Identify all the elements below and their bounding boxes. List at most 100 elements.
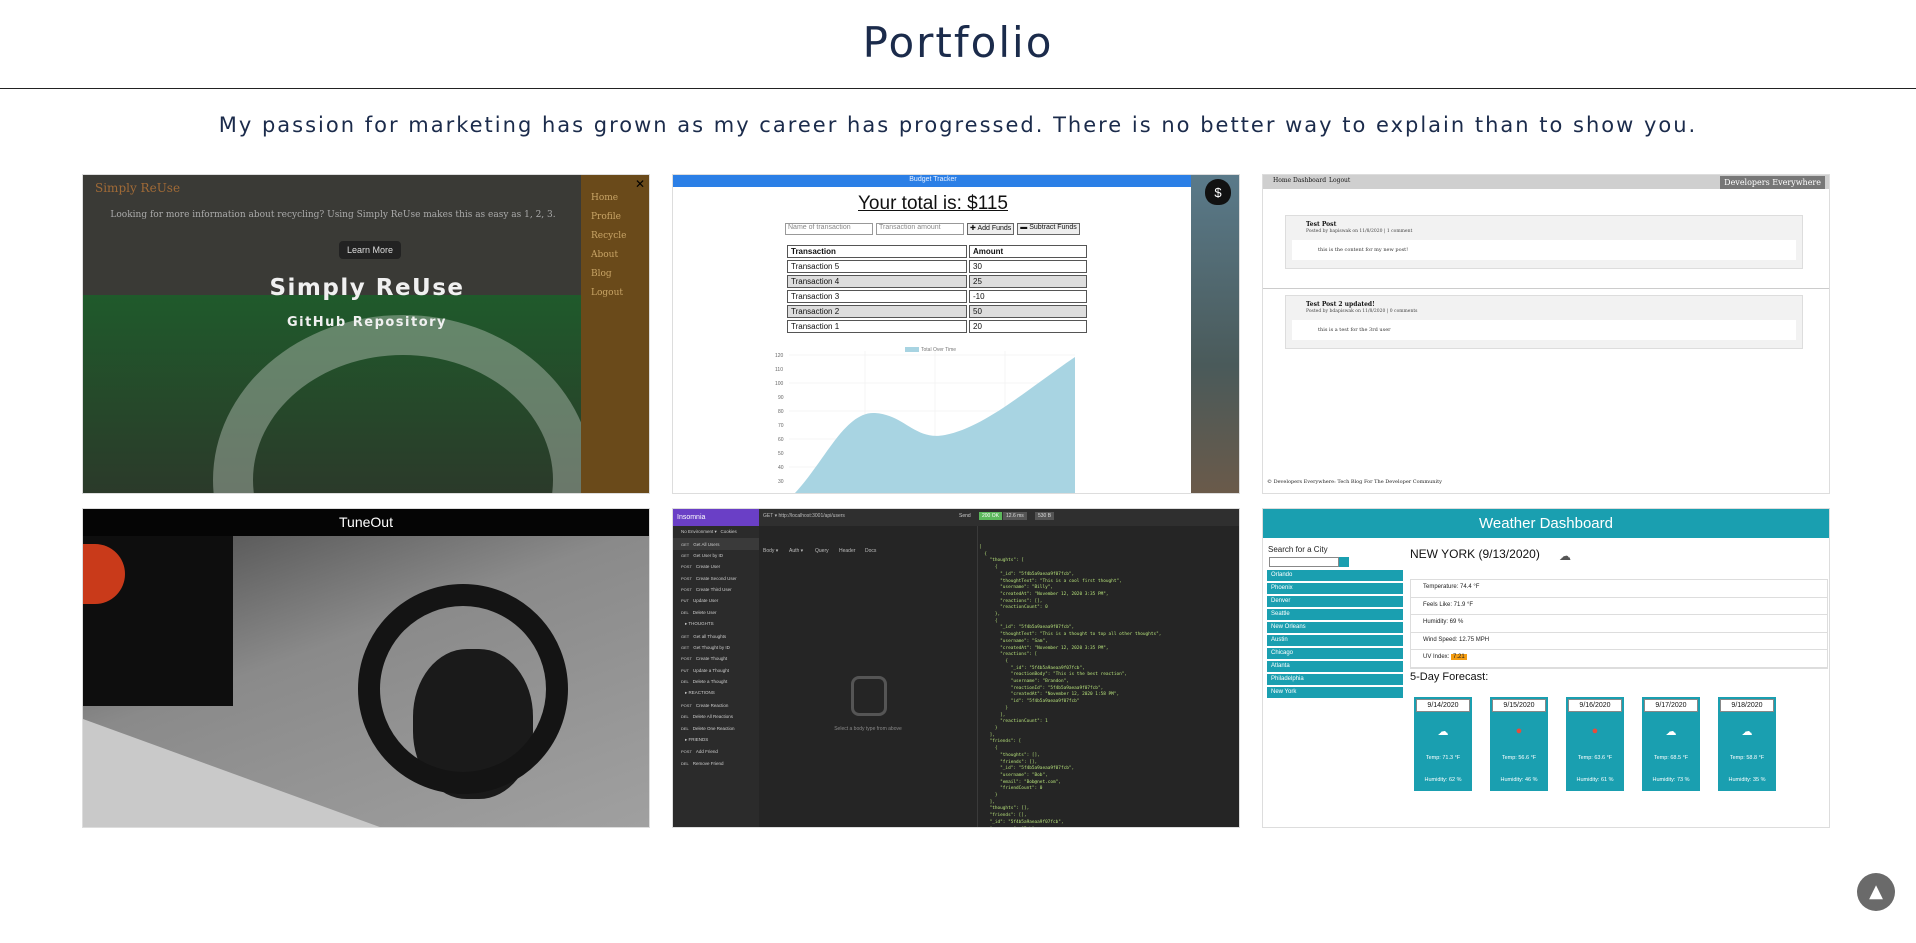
cloud-icon: ☁ [1559,549,1571,563]
y-tick-label: 50 [778,451,784,457]
project-card-simply-reuse[interactable]: Simply ReUse Looking for more informatio… [82,174,650,494]
request-item: PUT Update User [681,598,719,604]
city-item: New Orleans [1267,622,1403,633]
forecast-humidity: Humidity: 73 % [1652,777,1690,783]
y-tick-label: 60 [778,437,784,443]
back-to-top-button[interactable]: ▲ [1857,873,1895,911]
request-item: GET Get User by ID [681,552,723,558]
request-url: GET ▾ http://localhost:3001/api/users [763,513,845,519]
project-card-insomnia-api[interactable]: Insomnia GET ▾ http://localhost:3001/api… [672,508,1240,828]
request-folder: ▸ REACTIONS [685,690,715,696]
table-cell: Transaction 3 [787,290,967,303]
city-list: Orlando Phoenix Denver Seattle New Orlea… [1267,570,1403,700]
project-card-budget-tracker[interactable]: Budget Tracker $ Your total is: $115 Nam… [672,174,1240,494]
transaction-name-input: Name of transaction [785,223,873,235]
screenshot-brand: Developers Everywhere [1720,176,1825,189]
city-item: Denver [1267,596,1403,607]
github-repository-link[interactable]: GitHub Repository [83,315,649,330]
forecast-temp: Temp: 71.3 °F [1425,755,1461,761]
search-input [1269,557,1339,567]
table-header: Amount [969,245,1087,258]
blog-post: Test Post Posted by bapiswak on 11/8/202… [1285,215,1803,269]
post-title: Test Post [1306,221,1337,228]
y-tick-label: 100 [775,381,784,387]
budget-total: Your total is: $115 [858,193,1008,214]
project-card-tuneout[interactable]: TuneOut [82,508,650,828]
screenshot-nav-item: Dashboard [1293,177,1327,184]
sun-icon: ● [1591,725,1599,737]
close-icon: ✕ [634,177,645,191]
send-button: Send [959,513,971,519]
y-tick-label: 80 [778,409,784,415]
search-label: Search for a City [1268,545,1328,554]
city-item: Seattle [1267,609,1403,620]
request-item: DEL Delete All Reactions [681,714,734,720]
table-cell: 50 [969,305,1087,318]
money-bag-icon: $ [1205,179,1231,205]
project-card-developers-everywhere[interactable]: Home Dashboard Logout Developers Everywh… [1262,174,1830,494]
page-title: Portfolio [862,18,1054,67]
post-meta: Posted by bdapiswak on 11/8/2020 | 0 com… [1306,309,1418,314]
forecast-humidity: Humidity: 62 % [1424,777,1462,783]
request-item: DEL Delete a Thought [681,679,728,685]
y-tick-label: 120 [775,353,784,359]
divider [1263,288,1829,289]
table-cell: 25 [969,275,1087,288]
screenshot-toolbar: Insomnia GET ▾ http://localhost:3001/api… [673,509,1239,526]
project-card-weather-dashboard[interactable]: Weather Dashboard Search for a City Orla… [1262,508,1830,828]
forecast-humidity: Humidity: 35 % [1728,777,1766,783]
screenshot-titlebar: Budget Tracker [673,175,1193,187]
tab-auth: Auth ▾ [789,548,804,554]
request-item: POST Create Thought [681,656,728,662]
request-sidebar: No Environment ▾ Cookies GET Get All User… [673,526,759,827]
screenshot-nav-item: Recycle [591,231,627,241]
forecast-days: 9/14/2020 ☁ Temp: 71.3 °F Humidity: 62 %… [1414,697,1776,791]
table-cell: Transaction 4 [787,275,967,288]
city-item: Chicago [1267,648,1403,659]
forecast-date: 9/15/2020 [1492,699,1546,712]
y-tick-label: 70 [778,423,784,429]
y-tick-label: 30 [778,479,784,485]
request-item: POST Add Friend [681,749,718,755]
forecast-temp: Temp: 63.6 °F [1577,755,1613,761]
tab-header: Header [839,548,856,554]
request-item: GET Get all Thoughts [681,633,727,639]
y-tick-label: 40 [778,465,784,471]
body-hint: Select a body type from above [834,726,902,732]
city-item: New York [1267,687,1403,698]
time-badge: 12.6 ms [1003,512,1027,520]
post-title: Test Post 2 updated! [1306,301,1375,308]
forecast-day: 9/17/2020 ☁ Temp: 68.5 °F Humidity: 73 % [1642,697,1700,791]
screenshot-learn-button: Learn More [339,241,402,259]
mountain-image [1191,175,1239,493]
request-body-pane: Body ▾ Auth ▾ Query Header Docs Select a… [759,526,978,827]
forecast-date: 9/18/2020 [1720,699,1774,712]
weather-banner: Weather Dashboard [1263,509,1829,538]
cloud-icon: ☁ [1741,726,1753,738]
request-folder: ▸ THOUGHTS [685,621,714,627]
forecast-day: 9/14/2020 ☁ Temp: 71.3 °F Humidity: 62 % [1414,697,1472,791]
screenshot-app-title: Budget Tracker [909,176,957,183]
screenshot-nav-item: Logout [1329,177,1351,184]
y-tick-label: 90 [778,395,784,401]
screenshot-brand: Simply ReUse [95,181,181,195]
table-header-row: Transaction Amount [787,245,1087,258]
forecast-title: 5-Day Forecast: [1410,671,1489,683]
tab-query: Query [815,548,829,554]
request-item: POST Create User [681,564,721,570]
request-item: POST Create Second User [681,575,737,581]
screenshot-help-text: Looking for more information about recyc… [110,210,556,220]
screenshot-nav-item: About [591,250,619,260]
table-cell: 30 [969,260,1087,273]
city-item: Atlanta [1267,661,1403,672]
forecast-temp: Temp: 58.8 °F [1729,755,1765,761]
cloud-icon: ☁ [1665,726,1677,738]
forecast-humidity: Humidity: 46 % [1500,777,1538,783]
forecast-humidity: Humidity: 61 % [1576,777,1614,783]
tab-body: Body ▾ [763,548,779,554]
forecast-date: 9/14/2020 [1416,699,1470,712]
table-header: Transaction [787,245,967,258]
insomnia-logo: Insomnia [673,509,759,526]
city-item: Orlando [1267,570,1403,581]
blog-post: Test Post 2 updated! Posted by bdapiswak… [1285,295,1803,349]
